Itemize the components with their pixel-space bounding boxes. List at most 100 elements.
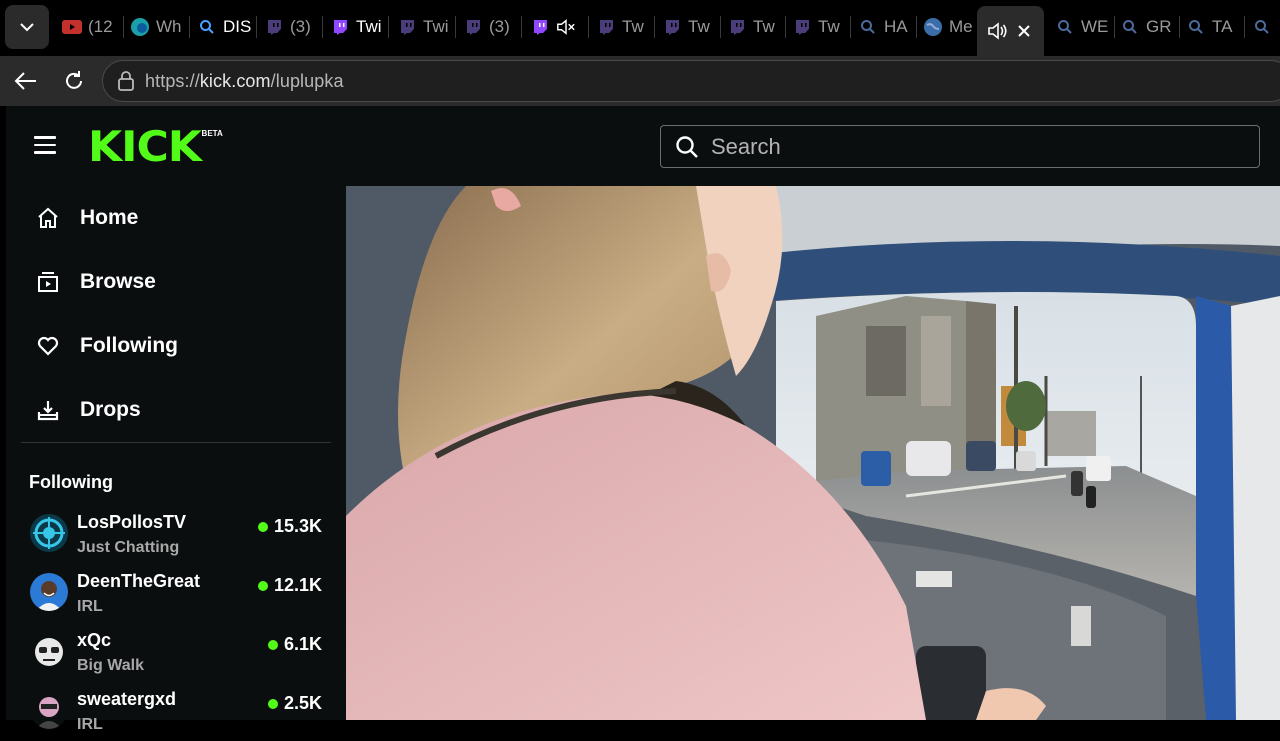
twitch-icon bbox=[596, 17, 616, 37]
sidebar-item-label: Home bbox=[80, 206, 139, 229]
menu-icon[interactable] bbox=[34, 136, 60, 158]
sidebar-item-label: Following bbox=[80, 334, 178, 357]
viewer-count: 12.1K bbox=[257, 575, 322, 596]
heart-icon bbox=[34, 332, 62, 360]
channel-name: LosPollosTV bbox=[77, 512, 187, 532]
channel-name: sweatergxd bbox=[77, 689, 177, 709]
twitch-icon bbox=[530, 17, 550, 37]
speaker-icon[interactable] bbox=[987, 21, 1009, 41]
sidebar-item-browse[interactable]: Browse bbox=[34, 262, 156, 302]
followed-channel[interactable]: LosPollosTV Just Chatting 15.3K bbox=[30, 512, 330, 564]
edge-icon bbox=[130, 17, 150, 37]
browser-tab[interactable]: TA bbox=[1186, 12, 1242, 42]
close-tab-icon[interactable] bbox=[1017, 24, 1031, 38]
live-indicator bbox=[257, 521, 268, 532]
video-player[interactable] bbox=[346, 186, 1280, 720]
live-indicator bbox=[267, 698, 278, 709]
viewer-count: 15.3K bbox=[257, 516, 322, 537]
twitch-icon bbox=[662, 17, 682, 37]
browser-tab[interactable]: Tw bbox=[727, 12, 783, 42]
drops-icon bbox=[34, 396, 62, 424]
browser-tab[interactable]: Twi bbox=[330, 12, 386, 42]
browser-tab[interactable]: HA bbox=[858, 12, 914, 42]
sidebar-item-label: Browse bbox=[80, 270, 156, 293]
avatar bbox=[30, 573, 68, 611]
sidebar-item-following[interactable]: Following bbox=[34, 326, 178, 366]
tab-title: DIS bbox=[223, 17, 252, 36]
tab-title: Twi bbox=[423, 17, 449, 36]
avatar bbox=[30, 632, 68, 670]
twitch-icon bbox=[727, 17, 747, 37]
twitch-icon bbox=[264, 17, 284, 37]
browser-tab[interactable] bbox=[1252, 12, 1280, 42]
beta-badge: BETA bbox=[201, 129, 223, 138]
browser-tab[interactable]: Tw bbox=[662, 12, 718, 42]
avatar bbox=[30, 514, 68, 552]
followed-channel[interactable]: DeenTheGreat IRL 12.1K bbox=[30, 571, 330, 623]
channel-category: Just Chatting bbox=[77, 539, 180, 556]
following-heading: Following bbox=[29, 472, 113, 492]
reload-button[interactable] bbox=[56, 64, 92, 98]
channel-name: xQc bbox=[77, 630, 112, 650]
browser-tab[interactable]: (12 bbox=[62, 12, 120, 42]
browser-tab-active[interactable] bbox=[977, 6, 1044, 56]
search-icon bbox=[1252, 17, 1272, 37]
site-header: KICK BETA Search bbox=[6, 106, 1280, 186]
twitch-icon bbox=[397, 17, 417, 37]
twitch-icon bbox=[463, 17, 483, 37]
tab-title: GR bbox=[1146, 17, 1172, 36]
tab-title: WE bbox=[1081, 17, 1109, 36]
browser-tab[interactable]: (3) bbox=[463, 12, 519, 42]
site-info-icon[interactable] bbox=[117, 71, 135, 91]
tab-title: Tw bbox=[818, 17, 840, 36]
browser-tab[interactable]: DIS bbox=[197, 12, 253, 42]
channel-name: DeenTheGreat bbox=[77, 571, 201, 591]
back-button[interactable] bbox=[8, 64, 44, 98]
tab-title: Wh bbox=[156, 17, 182, 36]
sidebar-item-home[interactable]: Home bbox=[34, 198, 138, 238]
viewer-count: 6.1K bbox=[267, 634, 322, 655]
browser-toolbar: https://kick.com/luplupka bbox=[0, 56, 1280, 106]
browse-icon bbox=[34, 268, 62, 296]
browser-tab[interactable]: WE bbox=[1055, 12, 1111, 42]
followed-channel[interactable]: xQc Big Walk 6.1K bbox=[30, 630, 330, 682]
sidebar-item-label: Drops bbox=[80, 398, 141, 421]
url-text[interactable]: https://kick.com/luplupka bbox=[145, 71, 344, 92]
twitch-icon bbox=[792, 17, 812, 37]
sidebar: Home Browse Following Drops Following Lo… bbox=[6, 186, 346, 733]
tab-title: TA bbox=[1212, 17, 1233, 36]
tab-title: (3) bbox=[489, 17, 510, 36]
muted-speaker-icon[interactable] bbox=[556, 17, 576, 37]
avatar bbox=[30, 691, 68, 729]
browser-tab[interactable] bbox=[530, 12, 586, 42]
home-icon bbox=[34, 204, 62, 232]
kick-page: KICK BETA Search Home Browse Following D… bbox=[6, 106, 1280, 733]
browser-tab[interactable]: (3) bbox=[264, 12, 320, 42]
twitch-icon bbox=[330, 17, 350, 37]
tab-title: Tw bbox=[622, 17, 644, 36]
sidebar-item-drops[interactable]: Drops bbox=[34, 390, 141, 430]
search-icon bbox=[858, 17, 878, 37]
globe-icon bbox=[923, 17, 943, 37]
browser-tab[interactable]: Twi bbox=[397, 12, 453, 42]
live-indicator bbox=[257, 580, 268, 591]
search-icon bbox=[676, 135, 698, 158]
browser-tab[interactable]: GR bbox=[1120, 12, 1176, 42]
tab-search-button[interactable] bbox=[5, 5, 49, 49]
browser-tab-strip: (12 Wh DIS (3) Twi Twi (3) Tw Tw Tw Tw H… bbox=[0, 0, 1280, 56]
followed-channel[interactable]: sweatergxd IRL 2.5K bbox=[30, 689, 330, 741]
address-bar[interactable]: https://kick.com/luplupka bbox=[102, 60, 1280, 102]
channel-category: IRL bbox=[77, 598, 103, 615]
browser-tab[interactable]: Wh bbox=[130, 12, 186, 42]
tab-title: Tw bbox=[753, 17, 775, 36]
browser-tab[interactable]: Tw bbox=[596, 12, 652, 42]
stream-video-frame bbox=[346, 186, 1280, 720]
tab-title: Tw bbox=[688, 17, 710, 36]
kick-logo[interactable]: KICK BETA bbox=[88, 126, 223, 168]
tab-title: HA bbox=[884, 17, 908, 36]
browser-tab[interactable]: Me bbox=[923, 12, 977, 42]
channel-category: IRL bbox=[77, 716, 103, 733]
search-input[interactable]: Search bbox=[660, 125, 1260, 168]
browser-tab[interactable]: Tw bbox=[792, 12, 848, 42]
sidebar-divider bbox=[21, 442, 331, 443]
